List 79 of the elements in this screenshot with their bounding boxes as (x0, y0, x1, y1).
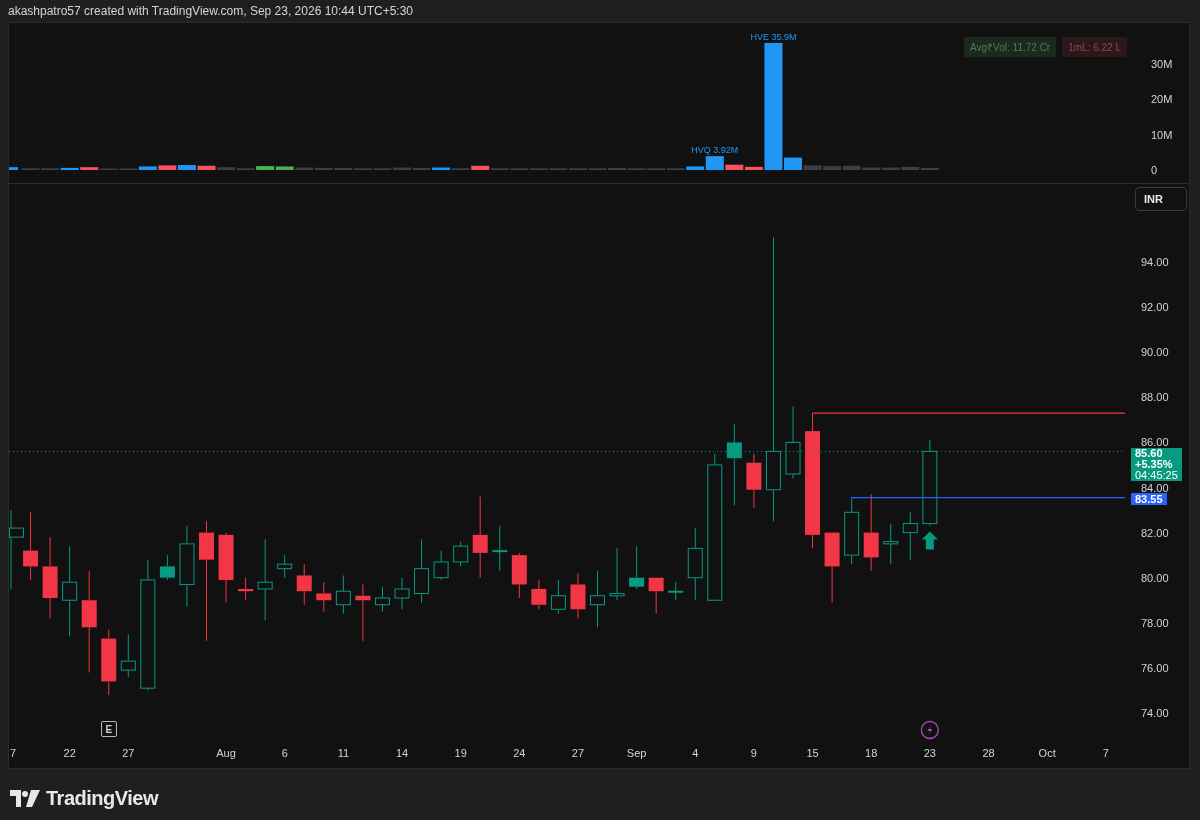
candlestick (844, 498, 860, 565)
axis-label: 6 (281, 747, 288, 759)
axis-label: 19 (454, 747, 467, 759)
axis-label: 15 (806, 747, 819, 759)
axis-label: 78.00 (1141, 616, 1169, 629)
lightning-icon[interactable] (920, 720, 939, 740)
earnings-marker[interactable]: E (100, 721, 117, 737)
candlestick (218, 532, 234, 603)
axis-label: 74.00 (1141, 707, 1169, 719)
indicator-badge: Avg₹Vol: 11.72 Cr (964, 37, 1057, 57)
tradingview-logo-icon (10, 789, 40, 807)
candlestick (453, 541, 469, 567)
candlestick (433, 550, 449, 581)
candlestick (570, 572, 586, 619)
axis-label: 10M (1151, 128, 1173, 141)
axis-label: 20M (1151, 93, 1173, 106)
candlestick (101, 629, 117, 696)
axis-label: 27 (571, 747, 585, 759)
axis-label: 94.00 (1141, 256, 1169, 268)
axis-label: 23 (923, 747, 936, 759)
candlestick (296, 563, 312, 606)
volume-label: HVE 35.9M (750, 31, 797, 42)
axis-label: 82.00 (1141, 526, 1169, 539)
candlestick (316, 581, 332, 612)
axis-label: Oct (1038, 747, 1056, 759)
candlestick (238, 577, 254, 601)
last-price-label: 85.60 +5.35% 04:45:25 (1131, 448, 1182, 482)
candlestick (414, 538, 430, 603)
candlestick (824, 532, 840, 603)
axis-label: 80.00 (1141, 571, 1169, 584)
candlestick (277, 554, 293, 579)
axis-label: 18 (865, 747, 878, 759)
chart-caption: akashpatro57 created with TradingView.com, Sep 23, 2026 10:44 UTC+5:30 (8, 3, 414, 20)
axis-label: 76.00 (1141, 661, 1169, 674)
axis-label: 11 (337, 747, 350, 759)
candlestick (590, 570, 605, 628)
axis-label: 88.00 (1141, 391, 1169, 404)
indicator-badge: 1mL: 6.22 L (1062, 37, 1127, 57)
axis-label: 4 (692, 747, 699, 759)
candlestick (159, 554, 175, 581)
axis-label: 84.00 (1141, 481, 1169, 494)
candlestick (609, 547, 625, 601)
axis-label: 27 (122, 747, 135, 759)
candlestick (902, 511, 918, 561)
axis-label: 0 (1151, 164, 1158, 176)
candlestick (23, 511, 39, 581)
volume-label: HVQ 3.92M (691, 145, 739, 156)
candlestick (746, 453, 762, 509)
up-arrow-icon (921, 531, 938, 550)
candlestick (550, 579, 566, 615)
axis-label: Sep (626, 747, 647, 759)
axis-label: 7 (9, 747, 17, 759)
axis-label: 9 (750, 747, 757, 759)
price-label: 83.55 (1131, 492, 1167, 505)
candlestick (335, 574, 351, 615)
candlestick (511, 552, 527, 599)
volume-bar (9, 167, 18, 170)
candlestick (531, 579, 547, 610)
axis-label: 22 (63, 747, 76, 759)
axis-label: 14 (395, 747, 409, 759)
axis-label: 90.00 (1141, 346, 1169, 359)
candlestick (374, 586, 390, 612)
axis-label: Aug (216, 747, 236, 759)
axis-label: 86.00 (1141, 436, 1169, 449)
candlestick (394, 577, 410, 610)
brand-name: TradingView (46, 786, 158, 811)
axis-label: 24 (513, 747, 526, 759)
axis-label: 7 (1102, 747, 1109, 759)
axis-label: 28 (982, 747, 995, 759)
candlestick (883, 523, 899, 565)
candlestick (120, 633, 136, 678)
axis-label: 92.00 (1141, 301, 1169, 314)
currency-button[interactable]: INR (1135, 187, 1187, 211)
candlestick (629, 545, 645, 590)
candlestick (355, 583, 371, 642)
candlestick (668, 581, 684, 601)
candlestick (648, 577, 664, 615)
axis-label: 30M (1151, 57, 1173, 70)
candlestick (492, 525, 508, 572)
